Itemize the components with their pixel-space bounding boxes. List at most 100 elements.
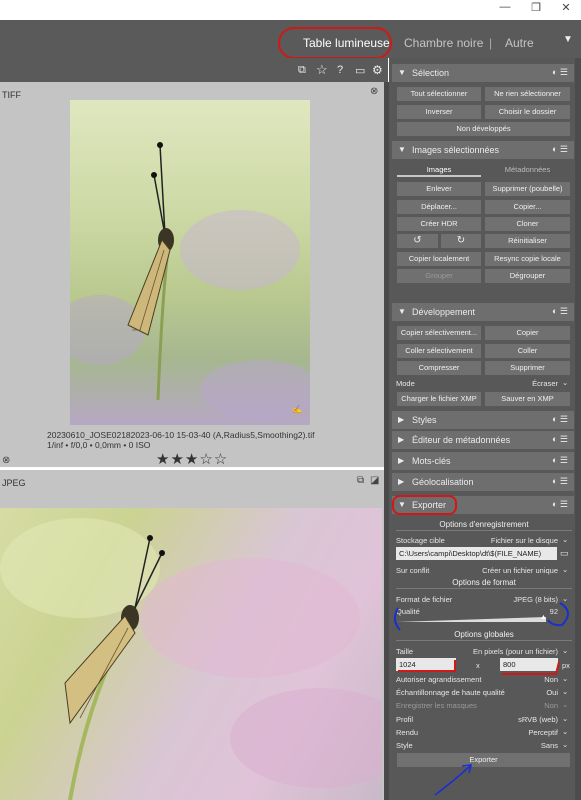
collapsed-arrow-icon: ▶ [398,435,405,444]
rotate-right-icon[interactable]: ↻ [441,234,481,248]
module-tagging-header[interactable]: ▶ Mots-clés ◐ ☰ [392,452,574,470]
chevron-down-icon[interactable]: ⌄ [562,646,568,655]
chevron-down-icon[interactable]: ⌄ [562,740,568,749]
reset-menu-icon[interactable]: ◐ ☰ [552,306,568,317]
right-panel-scrollbar[interactable] [575,58,581,800]
high-quality-value[interactable]: Oui [520,688,558,697]
gear-icon[interactable]: ⚙ [372,63,383,77]
reset-menu-icon[interactable]: ◐ ☰ [552,144,568,155]
size-mode-value[interactable]: En pixels (pour un fichier) [450,647,558,656]
reject-icon[interactable]: ⊗ [370,86,378,97]
module-history-stack-header[interactable]: ▼ Développement ◐ ☰ [392,303,574,321]
reset-menu-icon[interactable]: ◐ ☰ [552,434,568,445]
copy-history-button[interactable]: Copier [485,326,570,340]
grouping-icon[interactable]: ⧉ [298,64,306,77]
invert-selection-button[interactable]: Inverser [397,105,481,119]
upscale-value[interactable]: Non [520,675,558,684]
save-xmp-button[interactable]: Sauver en XMP [485,392,570,406]
ungroup-button[interactable]: Dégrouper [485,269,570,283]
paste-history-button[interactable]: Coller [485,344,570,358]
file-format-label: Format de fichier [396,595,453,604]
view-menu-icon[interactable]: ▼ [563,34,573,45]
reset-menu-icon[interactable]: ◐ ☰ [552,499,568,510]
chevron-down-icon[interactable]: ⌄ [562,535,568,544]
view-darkroom[interactable]: Chambre noire [404,36,483,50]
module-metadata-editor-header[interactable]: ▶ Éditeur de métadonnées ◐ ☰ [392,431,574,449]
export-path-input[interactable]: C:\Users\campi\Desktop\dt\$(FILE_NAME) [396,547,557,560]
on-conflict-label: Sur conflit [396,566,430,575]
grouping-icon[interactable]: ⧉ [357,475,364,486]
star-rating[interactable]: ★★★☆☆ [156,450,228,468]
duplicate-button[interactable]: Cloner [485,217,570,231]
module-title: Styles [412,415,437,425]
rotate-left-icon[interactable]: ↺ [397,234,438,248]
folder-icon[interactable]: ▭ [560,548,569,559]
display-icon[interactable]: ▭ [355,64,365,77]
resync-local-copy-button[interactable]: Resync copie locale [485,252,570,266]
quality-label: Qualité [396,607,420,616]
quality-slider-handle[interactable]: ▲ [540,614,547,621]
upscale-label: Autoriser agrandissement [396,675,482,684]
select-untouched-button[interactable]: Non développés [397,122,570,136]
chevron-down-icon[interactable]: ⌄ [562,594,568,603]
module-geotagging-header[interactable]: ▶ Géolocalisation ◐ ☰ [392,473,574,491]
reset-menu-icon[interactable]: ◐ ☰ [552,476,568,487]
module-selected-images-header[interactable]: ▼ Images sélectionnées ◐ ☰ [392,141,574,159]
module-title: Développement [412,307,476,317]
select-all-button[interactable]: Tout sélectionner [397,87,481,101]
load-xmp-button[interactable]: Charger le fichier XMP [397,392,481,406]
thumbnail-image-jpeg[interactable] [0,508,382,800]
on-conflict-value[interactable]: Créer un fichier unique [470,566,558,575]
storage-options-section: Options d'enregistrement [396,520,572,531]
svg-text:✍: ✍ [292,405,302,414]
profile-value[interactable]: sRVB (web) [500,715,558,724]
chevron-down-icon[interactable]: ⌄ [562,687,568,696]
tab-metadata[interactable]: Métadonnées [485,163,570,177]
chevron-down-icon[interactable]: ⌄ [562,727,568,736]
selective-copy-button[interactable]: Copier sélectivement... [397,326,481,340]
storage-value[interactable]: Fichier sur le disque [470,536,558,545]
star-icon[interactable]: ☆ [316,62,328,78]
view-other[interactable]: Autre [505,36,534,50]
chevron-down-icon[interactable]: ⌄ [562,700,568,709]
export-button[interactable]: Exporter [397,753,570,767]
height-input[interactable]: 800 [500,658,558,671]
file-format-value[interactable]: JPEG (8 bits) [480,595,558,604]
reset-menu-icon[interactable]: ◐ ☰ [552,67,568,78]
select-film-roll-button[interactable]: Choisir le dossier [485,105,570,119]
chevron-down-icon[interactable]: ⌄ [562,378,568,387]
remove-button[interactable]: Enlever [397,182,481,196]
close-icon[interactable]: ✕ [557,1,575,14]
reset-rotation-button[interactable]: Réinitialiser [485,234,570,248]
chevron-down-icon[interactable]: ⌄ [562,565,568,574]
module-title: Éditeur de métadonnées [412,435,511,445]
group-button[interactable]: Grouper [397,269,481,283]
discard-history-button[interactable]: Supprimer [485,361,570,375]
compress-history-button[interactable]: Compresser [397,361,481,375]
store-masks-value[interactable]: Non [520,701,558,710]
chevron-down-icon[interactable]: ⌄ [562,674,568,683]
select-none-button[interactable]: Ne rien sélectionner [485,87,570,101]
selective-paste-button[interactable]: Coller sélectivement [397,344,481,358]
reset-menu-icon[interactable]: ◐ ☰ [552,414,568,425]
trash-button[interactable]: Supprimer (poubelle) [485,182,570,196]
help-icon[interactable]: ? [337,64,343,76]
reset-menu-icon[interactable]: ◐ ☰ [552,455,568,466]
tab-images[interactable]: Images [397,163,481,177]
intent-value[interactable]: Perceptif [500,728,558,737]
move-button[interactable]: Déplacer... [397,200,481,214]
width-input[interactable]: 1024 [396,658,456,671]
style-value[interactable]: Sans [500,741,558,750]
chevron-down-icon[interactable]: ⌄ [562,714,568,723]
create-hdr-button[interactable]: Créer HDR [397,217,481,231]
minimize-icon[interactable]: — [496,1,514,13]
module-styles-header[interactable]: ▶ Styles ◐ ☰ [392,411,574,429]
mode-value[interactable]: Écraser [480,379,558,388]
copy-button[interactable]: Copier... [485,200,570,214]
thumbnail-image-tiff[interactable]: ✍ [70,100,310,425]
module-selection-header[interactable]: ▼ Sélection ◐ ☰ [392,64,574,82]
annotation-circle-lighttable [278,27,392,59]
reject-icon[interactable]: ⊗ [2,455,10,466]
copy-locally-button[interactable]: Copier localement [397,252,481,266]
restore-icon[interactable]: ❐ [527,1,545,14]
